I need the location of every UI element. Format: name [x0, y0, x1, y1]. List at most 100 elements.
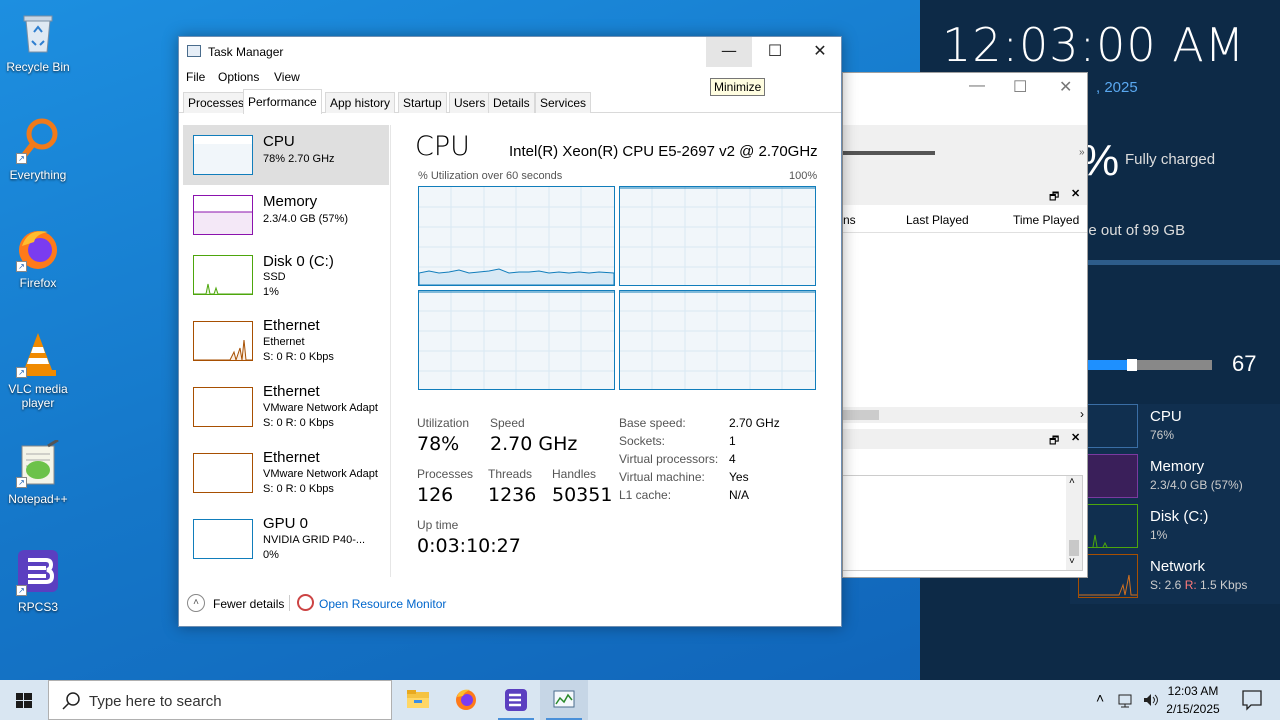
sidebar-item-cpu[interactable]: CPU 78% 2.70 GHz — [183, 125, 389, 185]
sidebar-item-ethernet-3[interactable]: Ethernet VMware Network Adapt S: 0 R: 0 … — [183, 443, 389, 503]
taskbar-firefox[interactable] — [442, 680, 490, 720]
resource-monitor-icon[interactable] — [297, 594, 314, 611]
sidebar-item-ethernet-1[interactable]: Ethernet Ethernet S: 0 R: 0 Kbps — [183, 311, 389, 371]
folder-icon — [407, 690, 429, 708]
tab-startup[interactable]: Startup — [398, 92, 447, 113]
desktop-icon-rpcs3[interactable]: ↗ RPCS3 — [2, 548, 74, 614]
desktop-icon-label: Firefox — [19, 276, 57, 290]
background-window[interactable]: — ☐ ✕ » 🗗 ✕ ns Last Played Time Played ›… — [842, 72, 1088, 578]
task-manager-icon — [187, 45, 201, 57]
tab-details[interactable]: Details — [488, 92, 535, 113]
sidebar-divider[interactable] — [390, 125, 391, 577]
uptime-label: Up time — [417, 518, 459, 532]
taskbar-task-manager[interactable] — [540, 680, 588, 720]
sidebar-item-memory[interactable]: Memory 2.3/4.0 GB (57%) — [183, 185, 389, 245]
footer: ˄ Fewer details Open Resource Monitor — [179, 589, 841, 625]
sidebar-item-name: CPU — [263, 133, 295, 150]
tab-processes[interactable]: Processes — [183, 92, 250, 113]
tab-users[interactable]: Users — [449, 92, 491, 113]
start-button[interactable] — [0, 680, 48, 720]
show-hidden-icons-chevron-icon[interactable]: ˄ — [1096, 690, 1104, 706]
notification-center-button[interactable] — [1232, 680, 1272, 720]
widget-network-send: S: 2.6 — [1150, 578, 1185, 592]
widget-volume-value: 67 — [1232, 351, 1257, 376]
bg-col-partial[interactable]: ns — [843, 213, 856, 227]
title-bar[interactable]: Task Manager — ☐ ✕ — [179, 37, 841, 67]
tab-services[interactable]: Services — [535, 92, 592, 113]
bg-scroll-down-icon[interactable]: ˅ — [1069, 556, 1075, 567]
bg-horizontal-scrollbar[interactable]: › — [843, 407, 1087, 423]
cpu-heading: CPU — [415, 131, 470, 162]
task-manager-icon — [553, 690, 575, 708]
chevron-up-icon[interactable]: ˄ — [187, 594, 205, 612]
tab-performance[interactable]: Performance — [243, 89, 322, 114]
sidebar-item-disk[interactable]: Disk 0 (C:) SSD 1% — [183, 245, 389, 305]
bg-vertical-scrollbar[interactable]: ˄ ˅ — [1066, 476, 1082, 570]
sidebar-item-name: Disk 0 (C:) — [263, 253, 334, 270]
bg-close-icon[interactable]: ✕ — [1059, 77, 1072, 97]
sockets-label: Sockets: — [619, 434, 666, 448]
menu-options[interactable]: Options — [218, 70, 259, 84]
desktop-icon-everything[interactable]: ↗ Everything — [2, 116, 74, 182]
desktop-icon-label: VLC media player — [8, 382, 68, 410]
cpu-core-graph-3 — [619, 290, 816, 390]
base-speed-value: 2.70 GHz — [729, 416, 780, 430]
bg-maximize-icon[interactable]: ☐ — [1013, 77, 1027, 97]
uptime-value: 0:03:10:27 — [417, 535, 521, 557]
taskbar-clock-date[interactable]: 2/15/2025 — [1158, 702, 1228, 716]
bg-col-last-played[interactable]: Last Played — [906, 213, 969, 227]
open-resource-monitor-link[interactable]: Open Resource Monitor — [319, 597, 446, 611]
sidebar-item-gpu[interactable]: GPU 0 NVIDIA GRID P40-... 0% — [183, 509, 389, 569]
maximize-button[interactable]: ☐ — [752, 37, 798, 67]
handles-label: Handles — [552, 467, 597, 481]
rpcs3-icon: ↗ — [14, 548, 62, 596]
bg-expand-icon[interactable]: » — [1079, 147, 1085, 158]
footer-separator — [289, 595, 290, 611]
sidebar-item-detail-2: S: 0 R: 0 Kbps — [263, 417, 334, 429]
sidebar-item-detail-2: 0% — [263, 549, 279, 561]
utilization-caption: % Utilization over 60 seconds — [418, 170, 563, 182]
volume-knob[interactable] — [1127, 359, 1138, 371]
bg-pane-restore-icon[interactable]: 🗗 — [1049, 432, 1059, 451]
bg-text-area[interactable]: ˄ ˅ — [843, 475, 1083, 571]
bg-scroll-thumb[interactable] — [843, 410, 879, 420]
threads-label: Threads — [488, 467, 533, 481]
bg-pane-close-icon[interactable]: ✕ — [1071, 187, 1080, 200]
network-icon[interactable] — [1118, 693, 1136, 709]
widget-clock: 12:03:00 AM — [942, 18, 1246, 72]
desktop-icon-vlc[interactable]: ↗ VLC media player — [2, 330, 74, 410]
taskbar-search-box[interactable]: Type here to search — [48, 680, 392, 720]
fewer-details-link[interactable]: Fewer details — [213, 597, 284, 611]
system-tray: ˄ — [1090, 680, 1160, 720]
menu-view[interactable]: View — [274, 70, 300, 84]
cpu-core-graph-1 — [619, 186, 816, 286]
task-manager-window[interactable]: Task Manager — ☐ ✕ File Options View Pro… — [178, 36, 842, 627]
search-icon — [62, 692, 80, 710]
cpu-core-graph-0 — [418, 186, 615, 286]
close-button[interactable]: ✕ — [797, 37, 843, 67]
sidebar-item-detail: 78% 2.70 GHz — [263, 153, 335, 165]
bg-scroll-right-icon[interactable]: › — [1080, 407, 1084, 421]
desktop-icon-recycle-bin[interactable]: Recycle Bin — [2, 8, 74, 74]
taskbar-rpcs3[interactable] — [492, 680, 540, 720]
desktop-icon-notepadpp[interactable]: ↗ Notepad++ — [2, 438, 74, 506]
virtual-machine-label: Virtual machine: — [619, 470, 705, 484]
bg-scroll-up-icon[interactable]: ˄ — [1069, 476, 1075, 487]
sidebar-item-ethernet-2[interactable]: Ethernet VMware Network Adapt S: 0 R: 0 … — [183, 377, 389, 437]
bg-slider[interactable] — [843, 151, 935, 155]
widget-volume-slider[interactable] — [1088, 359, 1212, 371]
minimize-button[interactable]: — — [706, 37, 752, 67]
bg-minimize-icon[interactable]: — — [969, 77, 985, 95]
shortcut-arrow-icon: ↗ — [16, 367, 27, 378]
sidebar-item-detail-2: S: 0 R: 0 Kbps — [263, 351, 334, 363]
menu-file[interactable]: File — [186, 70, 205, 84]
taskbar-file-explorer[interactable] — [394, 680, 442, 720]
tab-app-history[interactable]: App history — [325, 92, 396, 113]
bg-vscroll-thumb[interactable] — [1069, 540, 1079, 556]
bg-pane-close-icon[interactable]: ✕ — [1071, 431, 1080, 444]
desktop-icon-firefox[interactable]: ↗ Firefox — [2, 224, 74, 290]
firefox-icon: ↗ — [14, 224, 62, 272]
bg-col-time-played[interactable]: Time Played — [1013, 213, 1079, 227]
taskbar-clock-time[interactable]: 12:03 AM — [1158, 684, 1228, 698]
speed-label: Speed — [490, 416, 525, 430]
